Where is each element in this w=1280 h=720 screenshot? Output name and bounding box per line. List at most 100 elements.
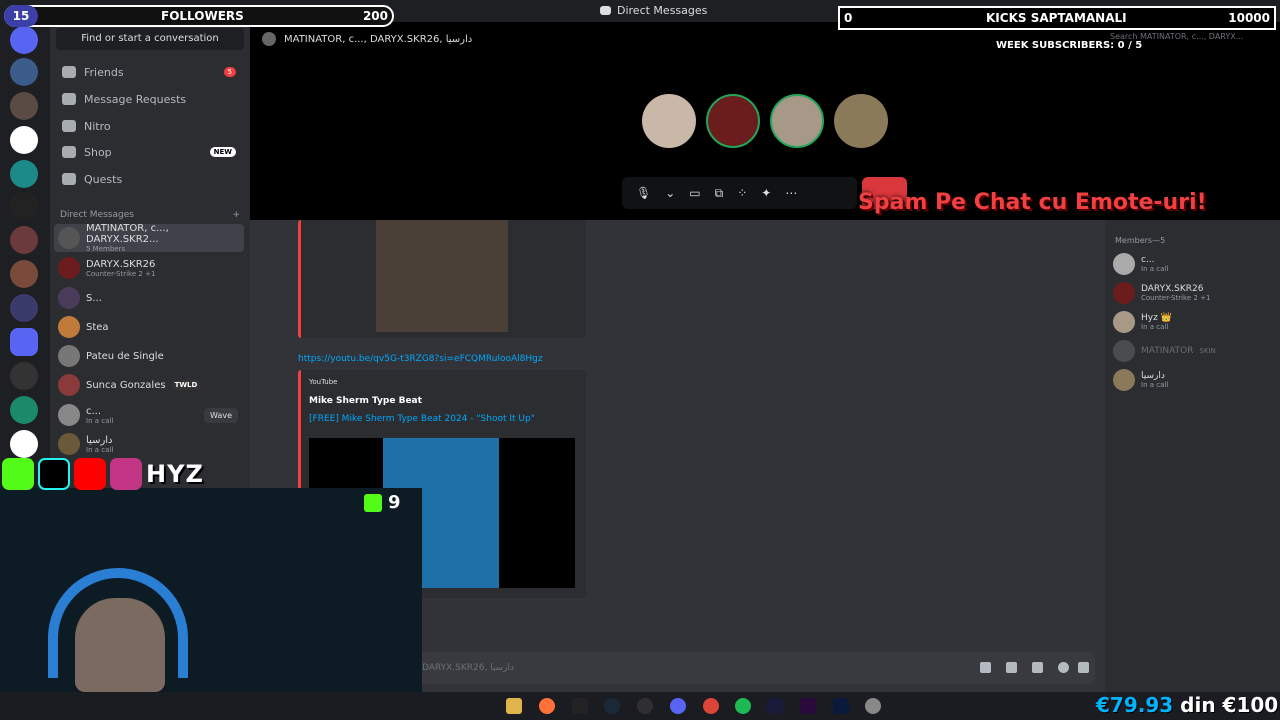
message-link[interactable]: https://youtu.be/qv5G-t3RZG8?si=eFCQMRul…	[298, 354, 543, 364]
home-button[interactable]	[10, 26, 38, 54]
streamer-name: HYZ	[146, 460, 204, 488]
embed-author[interactable]: Mike Sherm Type Beat	[309, 396, 422, 406]
server-icon[interactable]	[10, 328, 38, 356]
dm-item[interactable]: MATINATOR, c..., DARYX.SKR2... 5 Members	[54, 223, 244, 253]
followers-goal-bar: 15 FOLLOWERS 200	[4, 5, 394, 27]
spam-banner: Spam Pe Chat cu Emote-uri!	[858, 190, 1207, 215]
nitro-icon	[62, 120, 76, 132]
obs-icon[interactable]	[637, 698, 653, 714]
sticker-icon[interactable]	[1032, 662, 1043, 673]
dm-item[interactable]: Stea	[54, 313, 244, 341]
kick-icon	[364, 493, 382, 512]
chrome-icon[interactable]	[703, 698, 719, 714]
avatar	[58, 433, 80, 455]
dm-item[interactable]: دارسيا In a call	[54, 430, 244, 458]
message-input[interactable]: DARYX.SKR26, دارسيا	[410, 652, 1095, 684]
camera-off-icon[interactable]: ▭	[689, 186, 700, 200]
group-icon	[262, 32, 276, 46]
apps-icon[interactable]	[1078, 662, 1089, 673]
embed-provider: YouTube	[309, 378, 338, 386]
folder-icon[interactable]	[506, 698, 522, 714]
server-icon[interactable]	[10, 58, 38, 86]
video-thumbnail[interactable]	[376, 220, 508, 332]
more-icon[interactable]: ⋯	[785, 186, 797, 200]
app-icon[interactable]	[865, 698, 881, 714]
clan-tag: TWLD	[171, 380, 201, 390]
call-participant-avatar[interactable]	[642, 94, 696, 148]
week-subscribers: WEEK SUBSCRIBERS: 0 / 5	[996, 40, 1143, 51]
epic-games-icon[interactable]	[572, 698, 588, 714]
microphone-icon[interactable]: 🎙	[636, 186, 651, 200]
streamer-face	[75, 598, 165, 692]
server-icon[interactable]	[10, 362, 38, 390]
server-icon[interactable]	[10, 126, 38, 154]
nav-shop[interactable]: Shop NEW	[56, 140, 244, 164]
create-dm-button[interactable]: +	[232, 210, 240, 220]
server-icon[interactable]	[10, 396, 38, 424]
server-icon[interactable]	[10, 160, 38, 188]
embed-title[interactable]: [FREE] Mike Sherm Type Beat 2024 - "Shoo…	[309, 414, 535, 424]
call-controls: 🎙 ⌄ ▭ ⧉ ⁘ ✦ ⋯	[622, 177, 857, 209]
spotify-icon[interactable]	[735, 698, 751, 714]
call-participant-avatar[interactable]	[834, 94, 888, 148]
avatar	[58, 227, 80, 249]
dm-item[interactable]: S...	[54, 284, 244, 312]
firefox-icon[interactable]	[539, 698, 555, 714]
youtube-icon	[74, 458, 106, 490]
server-icon[interactable]	[10, 92, 38, 120]
emoji-icon[interactable]	[1058, 662, 1069, 673]
call-title: MATINATOR, c..., DARYX.SKR26, دارسيا	[262, 32, 472, 46]
member-list-header: Members—5	[1115, 236, 1166, 245]
discord-icon[interactable]	[670, 698, 686, 714]
avatar	[1113, 253, 1135, 275]
nav-quests[interactable]: Quests	[56, 167, 244, 191]
member-item[interactable]: c... In a call	[1113, 252, 1168, 276]
member-item[interactable]: Hyz 👑 In a call	[1113, 310, 1172, 334]
activities-icon[interactable]: ⁘	[737, 186, 747, 200]
gift-icon[interactable]	[980, 662, 991, 673]
avatar	[1113, 340, 1135, 362]
server-icon[interactable]	[10, 260, 38, 288]
member-item[interactable]: دارسيا In a call	[1113, 368, 1168, 392]
server-icon[interactable]	[10, 430, 38, 458]
nav-nitro[interactable]: Nitro	[56, 114, 244, 138]
member-list: Members—5 c... In a call DARYX.SKR26 Count…	[1105, 220, 1280, 692]
dm-item[interactable]: Sunca Gonzales TWLD	[54, 371, 244, 399]
call-participant-avatar[interactable]	[706, 94, 760, 148]
chevron-down-icon[interactable]: ⌄	[665, 186, 675, 200]
nav-friends[interactable]: Friends 5	[56, 60, 244, 84]
after-effects-icon[interactable]	[767, 698, 783, 714]
gif-icon[interactable]	[1006, 662, 1017, 673]
tiktok-icon	[38, 458, 70, 490]
social-icons: HYZ	[2, 458, 204, 490]
avatar	[1113, 282, 1135, 304]
webcam-overlay	[0, 488, 422, 692]
avatar	[1113, 369, 1135, 391]
wave-button[interactable]: Wave	[204, 407, 238, 423]
avatar	[58, 257, 80, 279]
quests-icon	[62, 173, 76, 185]
server-icon[interactable]	[10, 294, 38, 322]
find-conversation-button[interactable]: Find or start a conversation	[56, 28, 244, 50]
member-tag: SKIN	[1199, 347, 1216, 355]
member-item[interactable]: MATINATOR SKIN	[1113, 339, 1216, 363]
soundboard-icon[interactable]: ✦	[761, 186, 771, 200]
server-icon[interactable]	[10, 226, 38, 254]
friends-badge: 5	[223, 67, 236, 77]
steam-icon[interactable]	[604, 698, 620, 714]
server-icon[interactable]	[10, 192, 38, 220]
premiere-icon[interactable]	[800, 698, 816, 714]
call-participant-avatar[interactable]	[770, 94, 824, 148]
discord-icon	[600, 6, 611, 15]
dm-item[interactable]: DARYX.SKR26 Counter-Strike 2 +1	[54, 254, 244, 282]
avatar	[58, 404, 80, 426]
screen-share-icon[interactable]: ⧉	[715, 186, 724, 201]
kicks-goal-bar: 0 KICKS SAPTAMANALI 10000	[838, 6, 1276, 30]
donation-goal: €79.93 din €100	[1096, 693, 1279, 717]
photoshop-icon[interactable]	[833, 698, 849, 714]
nav-message-requests[interactable]: Message Requests	[56, 87, 244, 111]
member-item[interactable]: DARYX.SKR26 Counter-Strike 2 +1	[1113, 281, 1210, 305]
dm-item[interactable]: c... In a call Wave	[54, 401, 244, 429]
kick-icon	[2, 458, 34, 490]
dm-item[interactable]: Pateu de Single	[54, 342, 244, 370]
